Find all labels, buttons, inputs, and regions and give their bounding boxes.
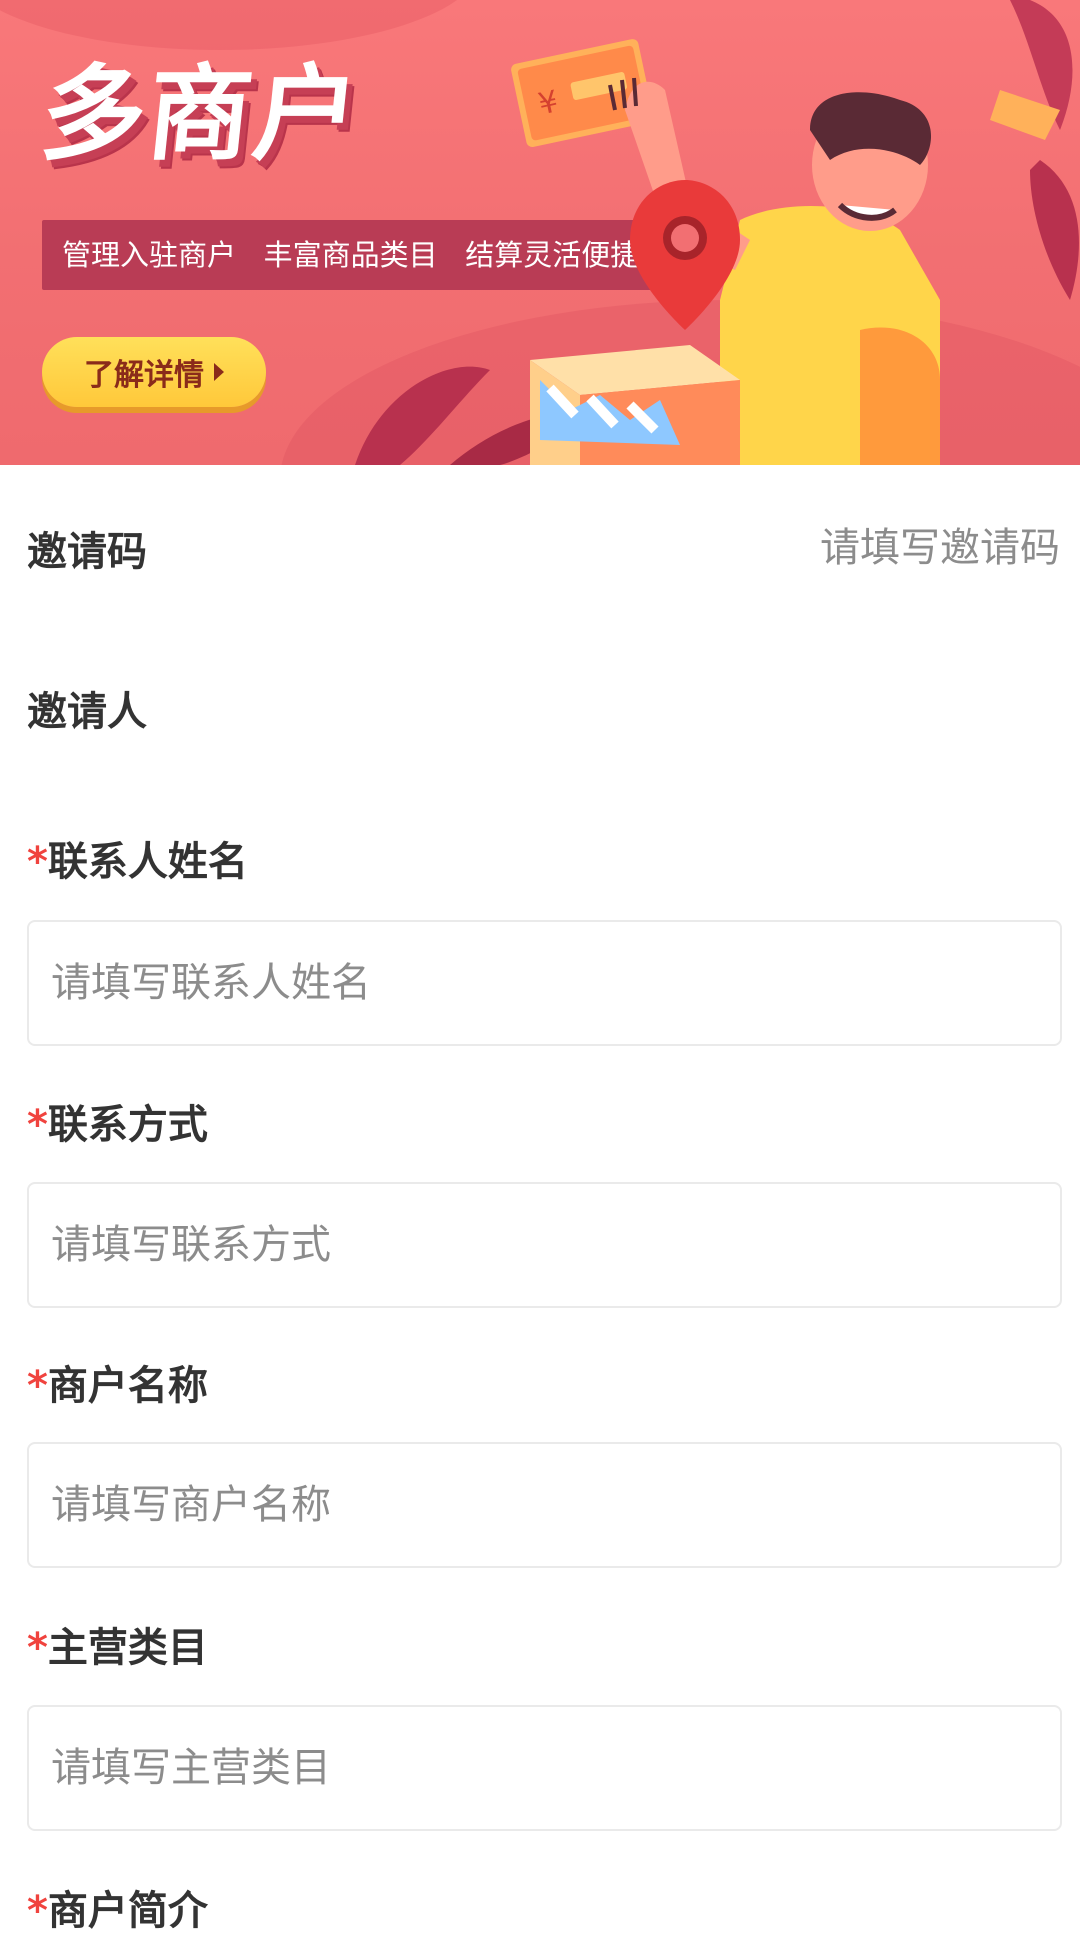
- merchant-illustration: ¥: [355, 0, 1079, 465]
- merchant-name-label: *商户名称: [27, 1358, 208, 1414]
- main-category-field[interactable]: [27, 1705, 1062, 1831]
- required-star: *: [27, 839, 48, 885]
- promo-banner[interactable]: 多商户 管理入驻商户 丰富商品类目 结算灵活便捷 了解详情 ¥: [0, 0, 1080, 465]
- main-category-label-text: 主营类目: [47, 1625, 208, 1671]
- contact-method-label-text: 联系方式: [47, 1102, 208, 1148]
- merchant-intro-label-text: 商户简介: [47, 1888, 208, 1934]
- required-star: *: [27, 1888, 48, 1934]
- merchant-name-field[interactable]: [27, 1442, 1062, 1568]
- merchant-intro-label: *商户简介: [27, 1883, 208, 1939]
- contact-method-field[interactable]: [27, 1182, 1062, 1308]
- contact-name-input[interactable]: [29, 922, 1060, 1044]
- required-star: *: [27, 1102, 48, 1148]
- contact-name-label-text: 联系人姓名: [47, 839, 248, 885]
- merchant-name-label-text: 商户名称: [47, 1363, 208, 1409]
- invite-code-input[interactable]: [542, 524, 1062, 572]
- invite-code-label: 邀请码: [27, 529, 147, 575]
- learn-more-label: 了解详情: [84, 358, 204, 393]
- contact-method-label: *联系方式: [27, 1097, 208, 1153]
- invite-code-row: 邀请码: [27, 508, 1062, 588]
- inviter-row: 邀请人: [27, 668, 1062, 748]
- merchant-name-input[interactable]: [29, 1444, 1060, 1566]
- caret-right-icon: [214, 363, 224, 381]
- contact-name-field[interactable]: [27, 920, 1062, 1046]
- contact-name-label: *联系人姓名: [27, 834, 248, 890]
- main-category-label: *主营类目: [27, 1620, 208, 1676]
- banner-title: 多商户: [35, 53, 367, 175]
- inviter-label: 邀请人: [27, 689, 147, 735]
- contact-method-input[interactable]: [29, 1184, 1060, 1306]
- main-category-input[interactable]: [29, 1707, 1060, 1829]
- required-star: *: [27, 1363, 48, 1409]
- required-star: *: [27, 1625, 48, 1671]
- learn-more-button[interactable]: 了解详情: [42, 337, 266, 407]
- shop-icon: [530, 345, 740, 465]
